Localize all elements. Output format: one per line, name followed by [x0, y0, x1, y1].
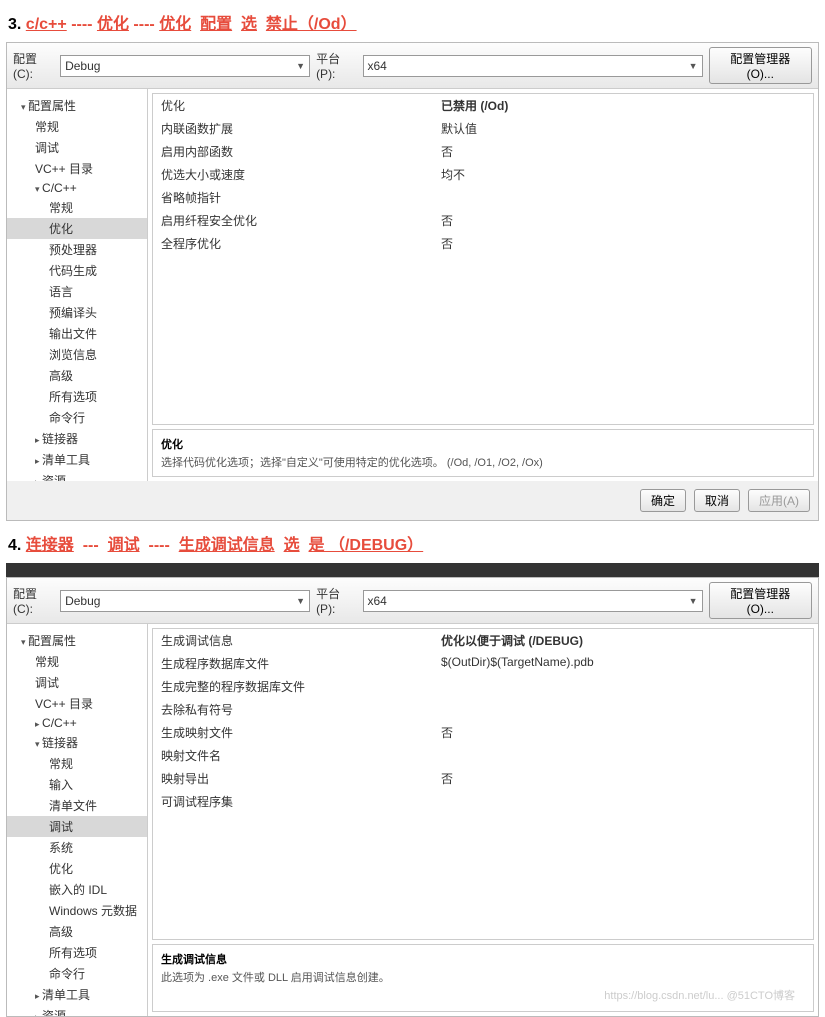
tree-item[interactable]: 调试 — [7, 816, 147, 837]
property-row[interactable]: 启用内部函数否 — [153, 140, 813, 163]
property-grid: 生成调试信息优化以便于调试 (/DEBUG)生成程序数据库文件$(OutDir)… — [152, 628, 814, 940]
toolbar: 配置(C): Debug▼ 平台(P): x64▼ 配置管理器(O)... — [7, 578, 818, 624]
tree-item[interactable]: VC++ 目录 — [7, 693, 147, 714]
tree-item[interactable]: 资源 — [7, 1005, 147, 1016]
tree-item[interactable]: 预处理器 — [7, 239, 147, 260]
tree-item[interactable]: 输出文件 — [7, 323, 147, 344]
property-row[interactable]: 省略帧指针 — [153, 186, 813, 209]
tree-item[interactable]: 优化 — [7, 218, 147, 239]
tree-panel: 配置属性常规调试VC++ 目录C/C++常规优化预处理器代码生成语言预编译头输出… — [7, 89, 148, 481]
property-grid: 优化已禁用 (/Od)内联函数扩展默认值启用内部函数否优选大小或速度均不省略帧指… — [152, 93, 814, 425]
config-label: 配置(C): — [13, 585, 54, 616]
section-3-heading: 3. c/c++ ---- 优化 ---- 优化 配置 选 禁止（/Od） — [0, 0, 825, 42]
config-combo[interactable]: Debug▼ — [60, 590, 310, 612]
tree-item[interactable]: 调试 — [7, 672, 147, 693]
tree-item[interactable]: 资源 — [7, 470, 147, 481]
tree-item[interactable]: 清单文件 — [7, 795, 147, 816]
dialog-optimization: 配置(C): Debug▼ 平台(P): x64▼ 配置管理器(O)... 配置… — [6, 42, 819, 521]
tree-item[interactable]: 链接器 — [7, 732, 147, 753]
tree-item[interactable]: 所有选项 — [7, 942, 147, 963]
tree-item[interactable]: VC++ 目录 — [7, 158, 147, 179]
tree-item[interactable]: 命令行 — [7, 963, 147, 984]
tree-item[interactable]: C/C++ — [7, 179, 147, 197]
property-row[interactable]: 启用纤程安全优化否 — [153, 209, 813, 232]
property-row[interactable]: 可调试程序集 — [153, 790, 813, 813]
chevron-down-icon: ▼ — [689, 596, 698, 606]
config-manager-button[interactable]: 配置管理器(O)... — [709, 47, 813, 84]
chevron-down-icon: ▼ — [296, 61, 305, 71]
tree-item[interactable]: 代码生成 — [7, 260, 147, 281]
chevron-down-icon: ▼ — [689, 61, 698, 71]
watermark: https://blog.csdn.net/lu... @51CTO博客 — [161, 985, 805, 1005]
tree-item[interactable]: 链接器 — [7, 428, 147, 449]
tree-item[interactable]: 清单工具 — [7, 449, 147, 470]
platform-label: 平台(P): — [316, 585, 356, 616]
tree-item[interactable]: 系统 — [7, 837, 147, 858]
property-row[interactable]: 去除私有符号 — [153, 698, 813, 721]
platform-combo[interactable]: x64▼ — [363, 55, 703, 77]
tree-item[interactable]: 调试 — [7, 137, 147, 158]
tree-item[interactable]: 常规 — [7, 197, 147, 218]
chevron-down-icon: ▼ — [296, 596, 305, 606]
property-row[interactable]: 优化已禁用 (/Od) — [153, 94, 813, 117]
tree-item[interactable]: C/C++ — [7, 714, 147, 732]
tree-item[interactable]: 浏览信息 — [7, 344, 147, 365]
property-row[interactable]: 生成程序数据库文件$(OutDir)$(TargetName).pdb — [153, 652, 813, 675]
dialog-linker-debug: 配置(C): Debug▼ 平台(P): x64▼ 配置管理器(O)... 配置… — [6, 577, 819, 1017]
config-manager-button[interactable]: 配置管理器(O)... — [709, 582, 813, 619]
property-row[interactable]: 全程序优化否 — [153, 232, 813, 255]
tree-item[interactable]: 高级 — [7, 921, 147, 942]
property-row[interactable]: 映射导出否 — [153, 767, 813, 790]
tree-item[interactable]: 输入 — [7, 774, 147, 795]
tree-item[interactable]: 常规 — [7, 651, 147, 672]
tree-item[interactable]: 预编译头 — [7, 302, 147, 323]
tree-item[interactable]: 语言 — [7, 281, 147, 302]
property-row[interactable]: 生成调试信息优化以便于调试 (/DEBUG) — [153, 629, 813, 652]
property-row[interactable]: 映射文件名 — [153, 744, 813, 767]
property-row[interactable]: 生成完整的程序数据库文件 — [153, 675, 813, 698]
tree-item[interactable]: 常规 — [7, 116, 147, 137]
tree-item[interactable]: 高级 — [7, 365, 147, 386]
description-panel: 优化 选择代码优化选项；选择"自定义"可使用特定的优化选项。 (/Od, /O1… — [152, 429, 814, 477]
cancel-button[interactable]: 取消 — [694, 489, 740, 512]
config-label: 配置(C): — [13, 50, 54, 81]
tree-item[interactable]: 所有选项 — [7, 386, 147, 407]
tree-item[interactable]: Windows 元数据 — [7, 900, 147, 921]
apply-button[interactable]: 应用(A) — [748, 489, 810, 512]
property-row[interactable]: 生成映射文件否 — [153, 721, 813, 744]
description-panel: 生成调试信息 此选项为 .exe 文件或 DLL 启用调试信息创建。 https… — [152, 944, 814, 1012]
tree-item[interactable]: 命令行 — [7, 407, 147, 428]
tree-panel: 配置属性常规调试VC++ 目录C/C++链接器常规输入清单文件调试系统优化嵌入的… — [7, 624, 148, 1016]
tree-item[interactable]: 常规 — [7, 753, 147, 774]
tree-item[interactable]: 配置属性 — [7, 630, 147, 651]
toolbar: 配置(C): Debug▼ 平台(P): x64▼ 配置管理器(O)... — [7, 43, 818, 89]
tree-item[interactable]: 优化 — [7, 858, 147, 879]
tree-item[interactable]: 配置属性 — [7, 95, 147, 116]
tree-item[interactable]: 清单工具 — [7, 984, 147, 1005]
section-4-heading: 4. 连接器 --- 调试 ---- 生成调试信息 选 是 （/DEBUG） — [0, 521, 825, 563]
platform-combo[interactable]: x64▼ — [363, 590, 703, 612]
tree-item[interactable]: 嵌入的 IDL — [7, 879, 147, 900]
config-combo[interactable]: Debug▼ — [60, 55, 310, 77]
platform-label: 平台(P): — [316, 50, 356, 81]
ok-button[interactable]: 确定 — [640, 489, 686, 512]
property-row[interactable]: 优选大小或速度均不 — [153, 163, 813, 186]
dialog-footer: 确定 取消 应用(A) — [7, 481, 818, 520]
titlebar-fragment — [6, 563, 819, 577]
property-row[interactable]: 内联函数扩展默认值 — [153, 117, 813, 140]
